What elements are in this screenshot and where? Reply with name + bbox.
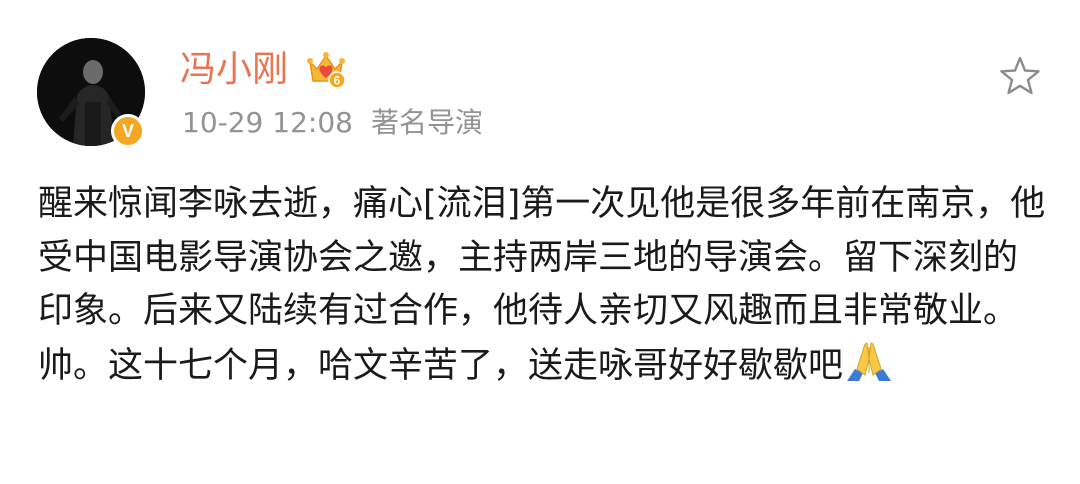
star-outline-icon[interactable] bbox=[998, 54, 1042, 98]
verified-mark: V bbox=[121, 121, 134, 141]
author-description: 著名导演 bbox=[370, 106, 483, 139]
author-name[interactable]: 冯小刚 bbox=[180, 44, 288, 96]
post-time[interactable]: 10-29 12:08 bbox=[182, 106, 353, 139]
verified-v-icon: V bbox=[111, 114, 145, 148]
post-meta: 10-29 12:08 著名导演 bbox=[182, 104, 483, 142]
crown-vip-icon[interactable]: 6 bbox=[306, 50, 346, 90]
post-body-text: 醒来惊闻李咏去逝，痛心[流泪]第一次见他是很多年前在南京，他受中国电影导演协会之… bbox=[38, 184, 1046, 386]
post-body: 醒来惊闻李咏去逝，痛心[流泪]第一次见他是很多年前在南京，他受中国电影导演协会之… bbox=[38, 178, 1048, 393]
praying-hands-icon bbox=[847, 341, 892, 381]
vip-level: 6 bbox=[334, 74, 341, 88]
